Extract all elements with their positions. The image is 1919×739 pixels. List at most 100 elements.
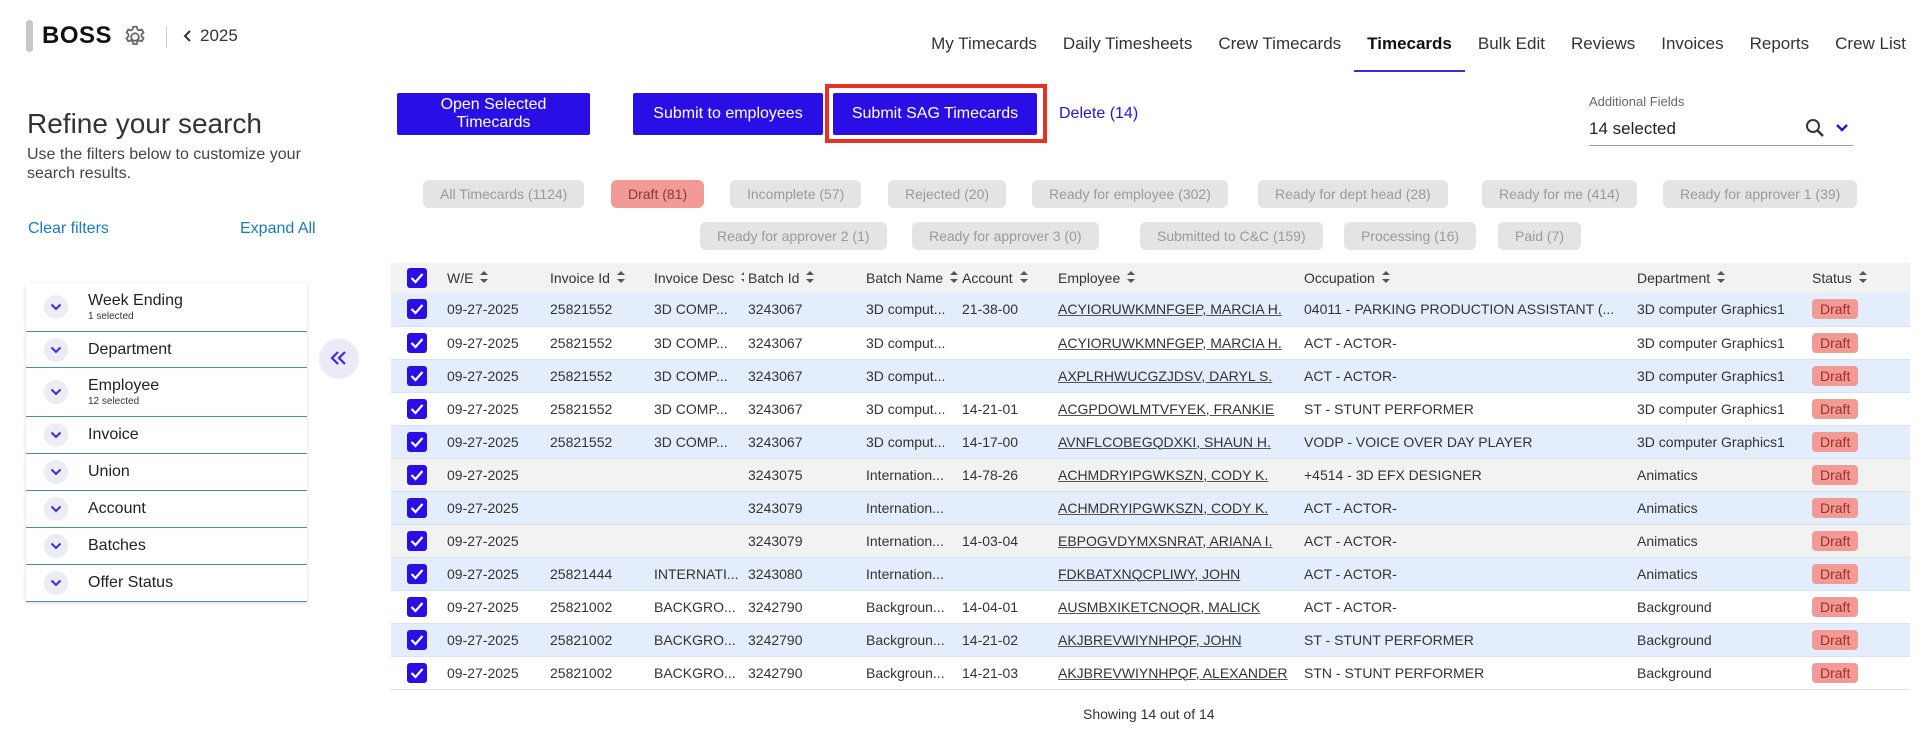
- row-checkbox[interactable]: [407, 464, 427, 485]
- employee-link[interactable]: ACYIORUWKMNFGEP, MARCIA H.: [1058, 335, 1282, 351]
- column-header-invoice-desc[interactable]: Invoice Desc: [650, 263, 750, 293]
- filter-union[interactable]: Union: [26, 454, 307, 491]
- tab-crew-timecards[interactable]: Crew Timecards: [1205, 0, 1354, 72]
- status-chip-incomplete[interactable]: Incomplete (57): [730, 180, 862, 208]
- status-chip-ready-for-approver-3[interactable]: Ready for approver 3 (0): [912, 222, 1099, 250]
- column-header-w-e[interactable]: W/E: [443, 263, 546, 293]
- filter-employee[interactable]: Employee 12 selected: [26, 368, 307, 417]
- select-all-checkbox[interactable]: [407, 268, 427, 288]
- sort-icon[interactable]: [616, 269, 626, 288]
- status-chip-ready-for-approver-2[interactable]: Ready for approver 2 (1): [700, 222, 887, 250]
- search-icon[interactable]: [1805, 118, 1825, 138]
- employee-link[interactable]: ACHMDRYIPGWKSZN, CODY K.: [1058, 467, 1268, 483]
- table-row[interactable]: 09-27-2025 25821552 3D COMP... 3243067 3D co…: [391, 326, 1910, 360]
- column-header-account[interactable]: Account: [958, 263, 1054, 293]
- filter-department[interactable]: Department: [26, 332, 307, 368]
- delete-link[interactable]: Delete (14): [1059, 105, 1138, 123]
- employee-link[interactable]: ACGPDOWLMTVFYEK, FRANKIE: [1058, 401, 1274, 417]
- table-row[interactable]: 09-27-2025 25821002 BACKGRO... 3242790 Backg…: [391, 623, 1910, 657]
- tab-reports[interactable]: Reports: [1737, 0, 1823, 72]
- row-checkbox[interactable]: [407, 431, 427, 452]
- filter-account[interactable]: Account: [26, 491, 307, 528]
- tab-crew-list[interactable]: Crew List: [1822, 0, 1919, 72]
- status-chip-paid[interactable]: Paid (7): [1498, 222, 1582, 250]
- filter-offer-status[interactable]: Offer Status: [26, 565, 307, 602]
- row-checkbox[interactable]: [407, 332, 427, 353]
- tab-invoices[interactable]: Invoices: [1648, 0, 1736, 72]
- table-row[interactable]: 09-27-2025 3243079 Internation... 14-03-04 E…: [391, 524, 1910, 558]
- chevron-down-icon[interactable]: [1835, 123, 1849, 133]
- table-row[interactable]: 09-27-2025 25821002 BACKGRO... 3242790 Backg…: [391, 590, 1910, 624]
- column-header-employee[interactable]: Employee: [1054, 263, 1300, 293]
- status-chip-ready-for-employee[interactable]: Ready for employee (302): [1032, 180, 1228, 208]
- row-checkbox[interactable]: [407, 563, 427, 584]
- employee-link[interactable]: EBPOGVDYMXSNRAT, ARIANA I.: [1058, 533, 1272, 549]
- employee-link[interactable]: ACHMDRYIPGWKSZN, CODY K.: [1058, 500, 1268, 516]
- filter-batches[interactable]: Batches: [26, 528, 307, 565]
- row-checkbox[interactable]: [407, 398, 427, 419]
- row-checkbox[interactable]: [407, 530, 427, 551]
- status-chip-rejected[interactable]: Rejected (20): [888, 180, 1007, 208]
- tab-daily-timesheets[interactable]: Daily Timesheets: [1050, 0, 1205, 72]
- gear-icon[interactable]: [122, 24, 148, 50]
- tab-timecards[interactable]: Timecards: [1354, 0, 1465, 72]
- column-header-status[interactable]: Status: [1808, 263, 1910, 293]
- filter-week-ending[interactable]: Week Ending 1 selected: [26, 283, 307, 332]
- column-header-invoice-id[interactable]: Invoice Id: [546, 263, 650, 293]
- row-checkbox[interactable]: [407, 596, 427, 617]
- row-checkbox[interactable]: [407, 365, 427, 386]
- tab-bulk-edit[interactable]: Bulk Edit: [1465, 0, 1558, 72]
- cell-text: 25821552: [550, 367, 613, 384]
- status-chip-all-timecards[interactable]: All Timecards (1124): [423, 180, 585, 208]
- employee-link[interactable]: AUSMBXIKETCNOQR, MALICK: [1058, 599, 1260, 615]
- filter-invoice[interactable]: Invoice: [26, 417, 307, 454]
- brand-logo[interactable]: BOSS: [42, 22, 112, 50]
- sort-icon[interactable]: [479, 269, 489, 288]
- expand-all-link[interactable]: Expand All: [240, 220, 316, 238]
- column-header-department[interactable]: Department: [1633, 263, 1808, 293]
- employee-link[interactable]: AKJBREVWIYNHPQF, JOHN: [1058, 632, 1242, 648]
- column-header-occupation[interactable]: Occupation: [1300, 263, 1633, 293]
- table-row[interactable]: 09-27-2025 25821444 INTERNATI... 3243080 Int…: [391, 557, 1910, 591]
- sort-icon[interactable]: [1858, 269, 1868, 288]
- table-row[interactable]: 09-27-2025 25821002 BACKGRO... 3242790 Backg…: [391, 656, 1910, 690]
- cell-account: [958, 557, 1054, 591]
- submit-to-employees-button[interactable]: Submit to employees: [633, 93, 823, 135]
- employee-link[interactable]: AKJBREVWIYNHPQF, ALEXANDER: [1058, 665, 1288, 681]
- open-selected-timecards-button[interactable]: Open Selected Timecards: [397, 93, 590, 135]
- tab-reviews[interactable]: Reviews: [1558, 0, 1648, 72]
- sort-icon[interactable]: [1019, 269, 1029, 288]
- table-row[interactable]: 09-27-2025 3243075 Internation... 14-78-26 A…: [391, 458, 1910, 492]
- row-checkbox[interactable]: [407, 662, 427, 683]
- employee-link[interactable]: FDKBATXNQCPLIWY, JOHN: [1058, 566, 1240, 582]
- employee-link[interactable]: AXPLRHWUCGZJDSV, DARYL S.: [1058, 368, 1272, 384]
- row-checkbox[interactable]: [407, 299, 427, 320]
- column-header-batch-id[interactable]: Batch Id: [744, 263, 862, 293]
- additional-fields-select[interactable]: 14 selected: [1589, 114, 1853, 146]
- row-checkbox[interactable]: [407, 497, 427, 518]
- employee-link[interactable]: ACYIORUWKMNFGEP, MARCIA H.: [1058, 301, 1282, 317]
- status-chip-ready-for-me[interactable]: Ready for me (414): [1482, 180, 1637, 208]
- collapse-sidebar-button[interactable]: [320, 339, 358, 377]
- status-chip-processing[interactable]: Processing (16): [1344, 222, 1477, 250]
- status-chip-ready-for-dept-head[interactable]: Ready for dept head (28): [1258, 180, 1448, 208]
- employee-link[interactable]: AVNFLCOBEGQDXKI, SHAUN H.: [1058, 434, 1271, 450]
- sort-icon[interactable]: [805, 269, 815, 288]
- column-header-batch-name[interactable]: Batch Name: [862, 263, 959, 293]
- row-checkbox[interactable]: [407, 629, 427, 650]
- table-row[interactable]: 09-27-2025 25821552 3D COMP... 3243067 3D co…: [391, 359, 1910, 393]
- year-back-link[interactable]: 2025: [182, 26, 238, 46]
- sort-icon[interactable]: [1381, 269, 1391, 288]
- sort-icon[interactable]: [1126, 269, 1136, 288]
- table-row[interactable]: 09-27-2025 25821552 3D COMP... 3243067 3D co…: [391, 293, 1910, 327]
- cell-invoice-id: 25821002: [546, 590, 650, 624]
- table-row[interactable]: 09-27-2025 3243079 Internation... ACHMDRYIP…: [391, 491, 1910, 525]
- clear-filters-link[interactable]: Clear filters: [28, 220, 109, 238]
- table-row[interactable]: 09-27-2025 25821552 3D COMP... 3243067 3D co…: [391, 392, 1910, 426]
- sort-icon[interactable]: [1716, 269, 1726, 288]
- status-chip-submitted-to-c-c[interactable]: Submitted to C&C (159): [1140, 222, 1323, 250]
- tab-my-timecards[interactable]: My Timecards: [918, 0, 1050, 72]
- status-chip-draft[interactable]: Draft (81): [611, 180, 705, 208]
- status-chip-ready-for-approver-1[interactable]: Ready for approver 1 (39): [1663, 180, 1858, 208]
- table-row[interactable]: 09-27-2025 25821552 3D COMP... 3243067 3D co…: [391, 425, 1910, 459]
